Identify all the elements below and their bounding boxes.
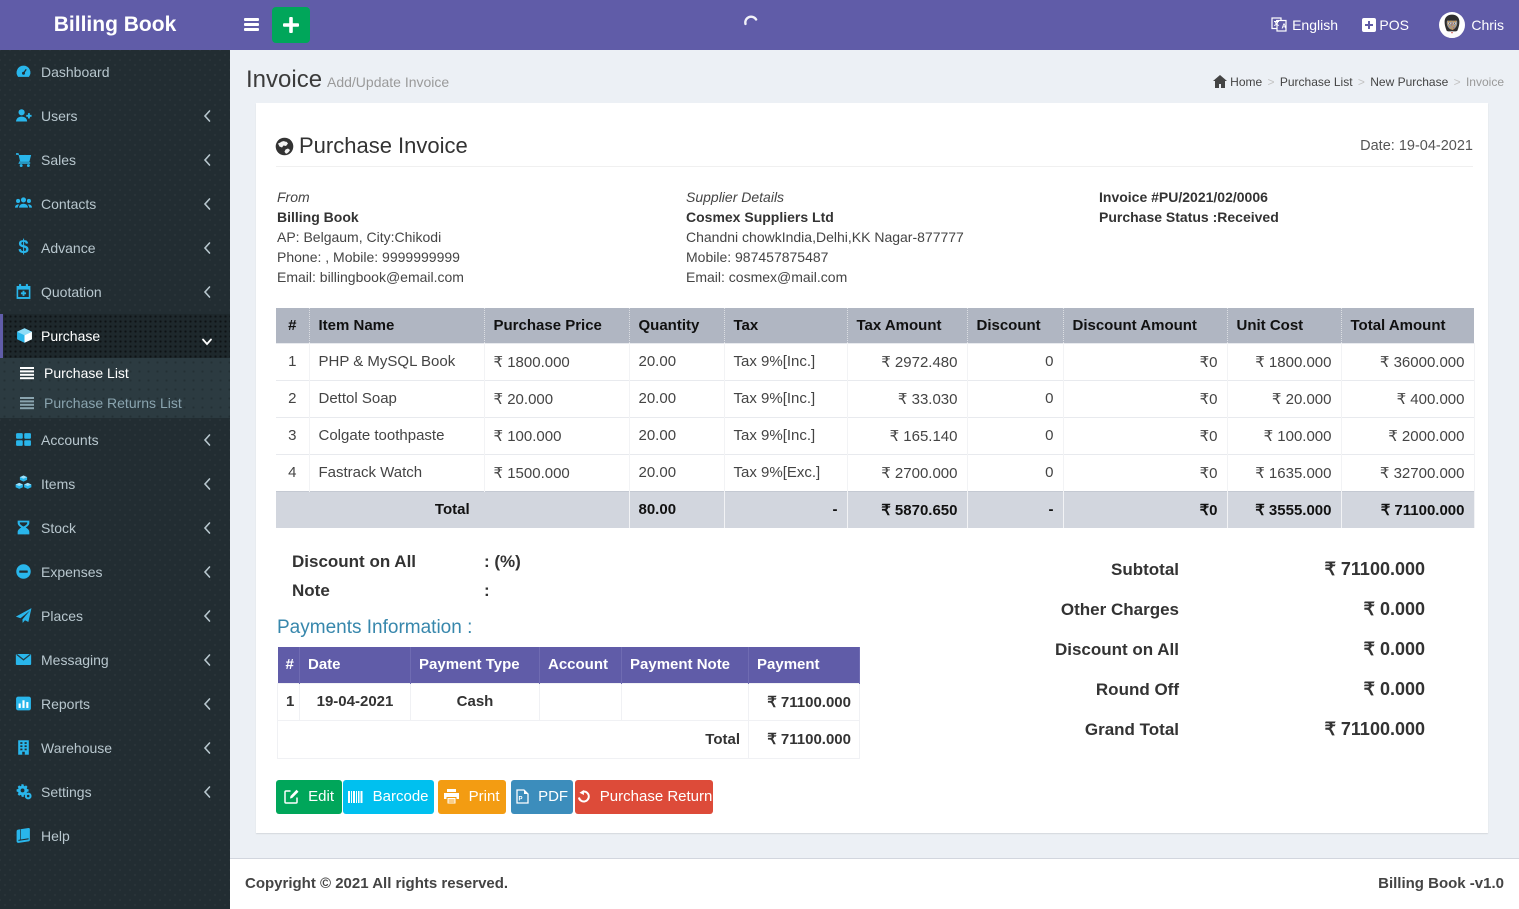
- svg-text:P: P: [518, 797, 522, 803]
- svg-text:A: A: [1282, 24, 1287, 31]
